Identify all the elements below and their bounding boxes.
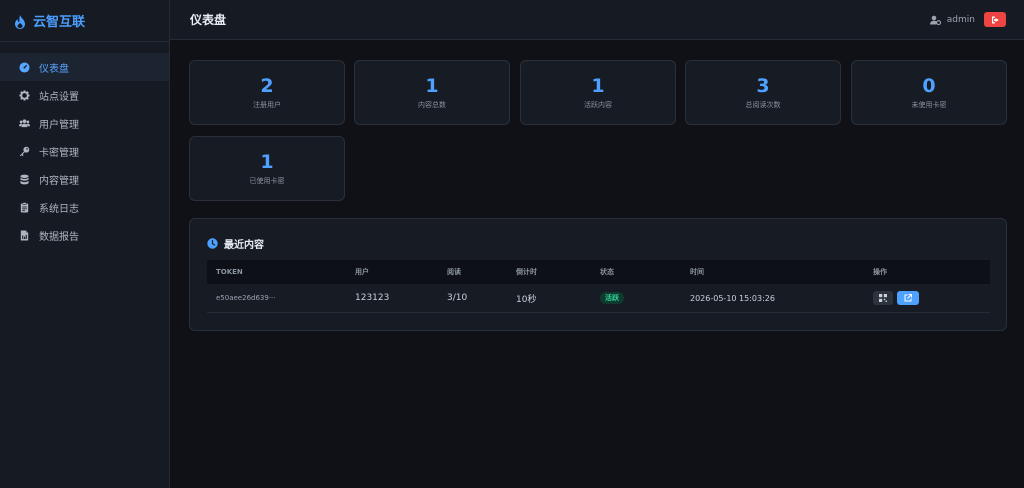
brand-name: 云智互联 <box>33 15 86 30</box>
sidebar: 云智互联 仪表盘 站点设置 用户管理 卡密管理 内容管理 系统日志 数据报告 <box>0 0 170 488</box>
clipboard-icon <box>18 201 30 213</box>
column-header-status: 状态 <box>600 268 614 276</box>
stat-value: 0 <box>922 75 936 97</box>
flame-icon <box>14 14 26 29</box>
sidebar-item-reports[interactable]: 数据报告 <box>0 221 169 249</box>
stat-label: 已使用卡密 <box>249 177 285 185</box>
page-title: 仪表盘 <box>190 13 227 27</box>
user-menu: admin <box>929 10 1006 29</box>
column-header-token: TOKEN <box>216 268 243 276</box>
status-cell: 活跃 <box>600 292 624 304</box>
file-icon <box>18 229 30 241</box>
countdown-cell: 10秒 <box>516 294 537 305</box>
recent-content-panel: 最近内容 TOKEN 用户 阅读 倒计时 状态 时间 操作 e50aee26d6… <box>189 218 1007 331</box>
stat-value: 3 <box>756 75 770 97</box>
stat-label: 注册用户 <box>253 101 281 109</box>
brand[interactable]: 云智互联 <box>0 0 169 42</box>
username[interactable]: admin <box>947 15 975 25</box>
token-cell[interactable]: e50aee26d639··· <box>216 294 276 302</box>
reads-cell: 3/10 <box>447 293 468 303</box>
stat-value: 1 <box>425 75 439 97</box>
qrcode-icon <box>879 294 887 302</box>
column-header-user: 用户 <box>355 268 369 276</box>
sidebar-item-label: 用户管理 <box>39 119 79 131</box>
sidebar-item-content[interactable]: 内容管理 <box>0 165 169 193</box>
table-row: e50aee26d639··· 123123 3/10 10秒 活跃 2026-… <box>207 284 990 313</box>
sidebar-item-users[interactable]: 用户管理 <box>0 109 169 137</box>
stat-value: 1 <box>260 151 274 173</box>
sidebar-item-label: 内容管理 <box>39 175 79 187</box>
logout-button[interactable] <box>984 12 1006 27</box>
stat-card-total-content: 1 内容总数 <box>354 60 510 125</box>
gear-icon <box>18 89 30 101</box>
stat-card-unused-cards: 0 未使用卡密 <box>851 60 1007 125</box>
column-header-actions: 操作 <box>873 268 887 276</box>
column-header-time: 时间 <box>690 268 704 276</box>
sidebar-item-logs[interactable]: 系统日志 <box>0 193 169 221</box>
time-cell: 2026-05-10 15:03:26 <box>690 293 775 303</box>
stat-label: 内容总数 <box>418 101 446 109</box>
user-cell: 123123 <box>355 293 390 303</box>
stat-label: 总阅读次数 <box>745 101 781 109</box>
logout-icon <box>991 16 999 23</box>
status-badge: 活跃 <box>600 292 624 304</box>
stat-card-active-content: 1 活跃内容 <box>520 60 676 125</box>
column-header-reads: 阅读 <box>447 268 461 276</box>
panel-title: 最近内容 <box>224 240 264 251</box>
sidebar-item-label: 数据报告 <box>39 231 79 243</box>
key-icon <box>18 145 30 157</box>
sidebar-item-label: 系统日志 <box>39 203 79 215</box>
stat-card-used-cards: 1 已使用卡密 <box>189 136 345 201</box>
sidebar-item-label: 卡密管理 <box>39 147 79 159</box>
recent-content-table: TOKEN 用户 阅读 倒计时 状态 时间 操作 e50aee26d639···… <box>207 260 990 313</box>
column-header-countdown: 倒计时 <box>516 268 537 276</box>
stat-value: 2 <box>260 75 274 97</box>
qrcode-button[interactable] <box>873 291 893 305</box>
users-icon <box>18 117 30 129</box>
user-cog-icon <box>929 10 941 29</box>
open-link-button[interactable] <box>897 291 919 305</box>
external-link-icon <box>904 294 912 302</box>
sidebar-item-site-settings[interactable]: 站点设置 <box>0 81 169 109</box>
database-icon <box>18 173 30 185</box>
stat-card-registered-users: 2 注册用户 <box>189 60 345 125</box>
stat-value: 1 <box>591 75 605 97</box>
sidebar-item-label: 站点设置 <box>39 91 79 103</box>
sidebar-item-dashboard[interactable]: 仪表盘 <box>0 53 169 81</box>
sidebar-item-cards[interactable]: 卡密管理 <box>0 137 169 165</box>
sidebar-item-label: 仪表盘 <box>39 63 69 75</box>
dashboard-icon <box>18 61 30 73</box>
stat-label: 未使用卡密 <box>911 101 947 109</box>
clock-icon <box>207 238 218 249</box>
table-header: TOKEN 用户 阅读 倒计时 状态 时间 操作 <box>207 260 990 284</box>
sidebar-nav: 仪表盘 站点设置 用户管理 卡密管理 内容管理 系统日志 数据报告 <box>0 42 169 249</box>
panel-header: 最近内容 <box>207 236 264 251</box>
stat-card-total-reads: 3 总阅读次数 <box>685 60 841 125</box>
topbar: 仪表盘 admin <box>170 0 1024 40</box>
stat-label: 活跃内容 <box>584 101 612 109</box>
